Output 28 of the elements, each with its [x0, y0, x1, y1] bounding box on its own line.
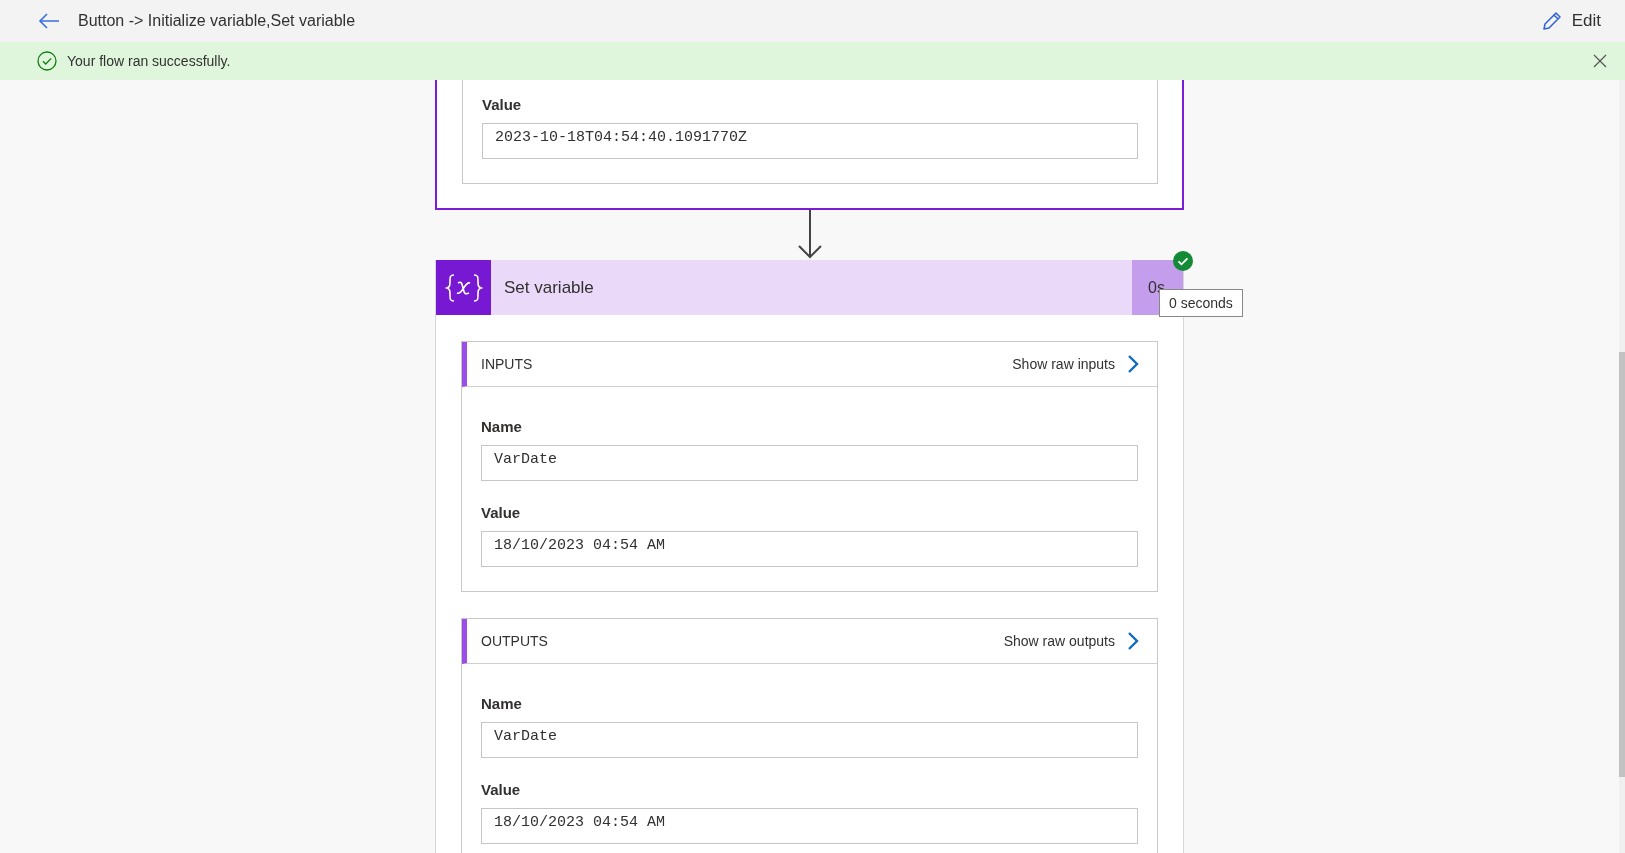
- flow-title: Button -> Initialize variable,Set variable: [78, 12, 357, 30]
- value-field: 18/10/2023 04:54 AM: [481, 808, 1138, 844]
- section-heading: OUTPUTS: [481, 633, 548, 649]
- step-title: Set variable: [504, 277, 595, 298]
- field-label: Value: [481, 504, 522, 521]
- field-label: Value: [481, 781, 522, 798]
- value-field: VarDate: [481, 722, 1138, 758]
- value-field: 2023-10-18T04:54:40.1091770Z: [482, 123, 1138, 159]
- show-raw-link[interactable]: Show raw outputs: [1003, 631, 1139, 651]
- scrollbar[interactable]: [1619, 80, 1625, 853]
- pencil-icon: [1541, 11, 1562, 31]
- edit-button[interactable]: Edit: [1537, 7, 1605, 35]
- show-raw-link[interactable]: Show raw inputs: [1012, 354, 1139, 374]
- success-check-icon: [37, 51, 57, 71]
- field-label: Value: [482, 96, 523, 113]
- back-button[interactable]: [38, 13, 60, 29]
- section-heading: INPUTS: [481, 356, 533, 372]
- field-label: Name: [481, 695, 523, 712]
- chevron-right-icon: [1127, 631, 1139, 651]
- field-label: Name: [481, 418, 523, 435]
- value-field: 18/10/2023 04:54 AM: [481, 531, 1138, 567]
- duration-tooltip: 0 seconds: [1159, 289, 1243, 317]
- back-arrow-icon: [38, 13, 60, 29]
- close-button[interactable]: [1593, 54, 1607, 68]
- scrollbar-thumb[interactable]: [1619, 352, 1625, 777]
- banner-message: Your flow ran successfully.: [67, 53, 232, 69]
- value-field: VarDate: [481, 445, 1138, 481]
- chevron-right-icon: [1127, 354, 1139, 374]
